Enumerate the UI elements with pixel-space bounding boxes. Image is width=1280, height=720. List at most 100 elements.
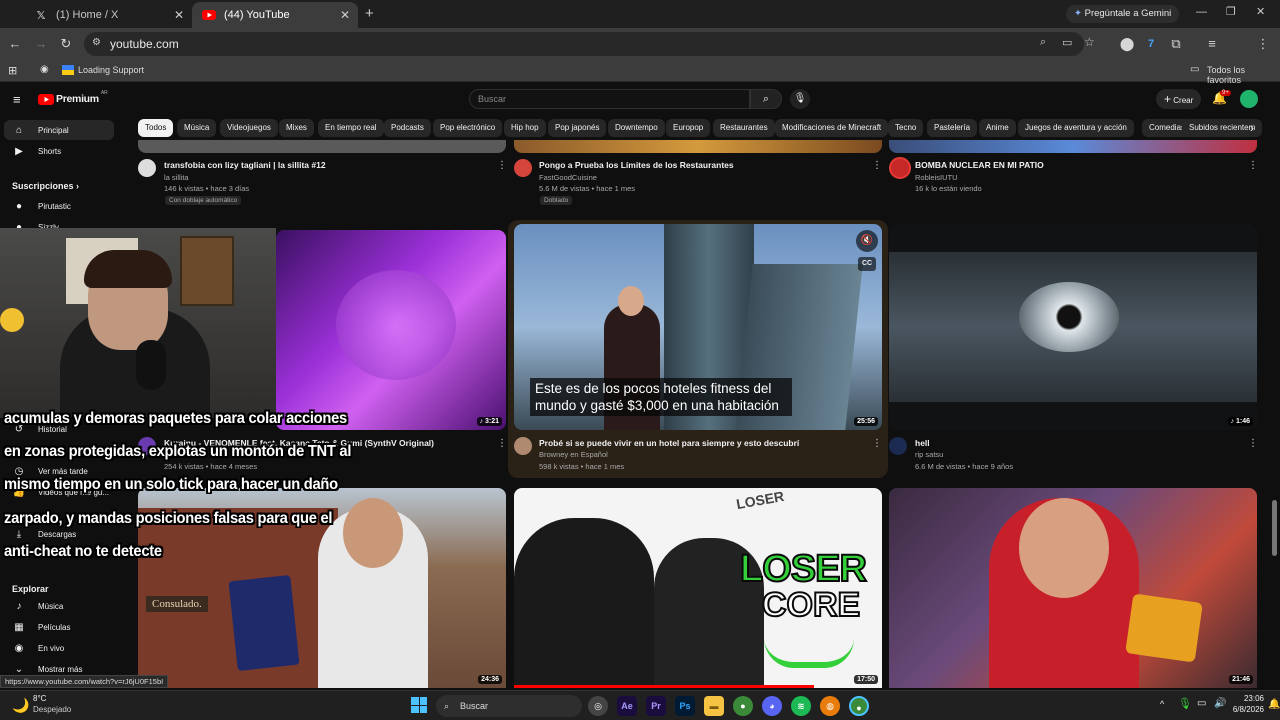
more-options-icon[interactable]: ⋮ — [497, 160, 507, 171]
back-icon[interactable]: ← — [6, 35, 24, 53]
menu-dots-icon[interactable]: ⋮ — [1254, 35, 1272, 53]
captions-button[interactable]: CC — [858, 257, 876, 271]
voice-search-button[interactable]: 🎙 — [790, 89, 810, 109]
reload-icon[interactable]: ↻ — [57, 35, 75, 53]
reading-list-icon[interactable]: ≡ — [1203, 35, 1221, 53]
search-input[interactable]: Buscar — [469, 89, 750, 109]
chrome-icon[interactable]: ● — [733, 696, 753, 716]
bookmark-loading-support[interactable]: Loading Support — [78, 65, 144, 75]
channel-avatar-live[interactable] — [889, 157, 911, 179]
chip-mixes[interactable]: Mixes — [279, 119, 314, 137]
video-thumbnail[interactable] — [889, 140, 1257, 153]
microphone-tray-icon[interactable]: 🎙 — [1178, 697, 1192, 710]
address-bar[interactable]: ⚙ youtube.com ⌕ ▭ ☆ — [84, 32, 1095, 56]
tray-chevron-icon[interactable]: ^ — [1160, 699, 1164, 709]
more-options-icon[interactable]: ⋮ — [872, 160, 882, 171]
after-effects-icon[interactable]: Ae — [617, 696, 637, 716]
weather-desc[interactable]: Despejado — [33, 705, 71, 714]
more-options-icon[interactable]: ⋮ — [497, 438, 507, 449]
chip-musica[interactable]: Música — [177, 119, 217, 137]
sidebar-item-home[interactable]: ⌂ Principal — [4, 120, 114, 140]
network-icon[interactable]: ▭ — [1197, 698, 1206, 709]
channel-avatar[interactable] — [514, 437, 532, 455]
chip-europop[interactable]: Europop — [666, 119, 711, 137]
video-thumbnail-losercore[interactable]: LOSER LOSER CORE 17:50 — [514, 488, 882, 688]
close-tab-icon[interactable]: ✕ — [340, 8, 350, 22]
video-thumbnail[interactable] — [514, 140, 882, 153]
file-explorer-icon[interactable]: ▬ — [704, 696, 724, 716]
channel-avatar[interactable] — [138, 159, 156, 177]
extension-ai-icon[interactable]: 7 — [1142, 35, 1160, 53]
more-options-icon[interactable]: ⋮ — [1248, 160, 1258, 171]
photoshop-icon[interactable]: Ps — [675, 696, 695, 716]
zoom-icon[interactable]: ⌕ — [1040, 36, 1046, 49]
new-tab-button[interactable]: + — [365, 5, 374, 22]
all-bookmarks[interactable]: Todos los favoritos — [1207, 65, 1280, 85]
close-tab-icon[interactable]: ✕ — [174, 8, 184, 22]
chip-pop-electronico[interactable]: Pop electrónico — [433, 119, 503, 137]
bookmark-star-icon[interactable]: ☆ — [1084, 35, 1095, 49]
discord-icon[interactable]: ◕ — [762, 696, 782, 716]
search-button[interactable]: ⌕ — [750, 89, 782, 109]
close-window-icon[interactable]: ✕ — [1256, 5, 1265, 18]
video-title[interactable]: BOMBA NUCLEAR EN MI PATIO — [915, 160, 1235, 170]
chip-hip-hop[interactable]: Hip hop — [504, 119, 546, 137]
chip-pasteleria[interactable]: Pastelería — [927, 119, 978, 137]
more-options-icon[interactable]: ⋮ — [872, 438, 882, 449]
chip-downtempo[interactable]: Downtempo — [608, 119, 665, 137]
video-thumbnail-hotel[interactable]: 🔇 CC Este es de los pocos hoteles fitnes… — [514, 224, 882, 430]
video-thumbnail-venomenle[interactable]: ♪ 3:21 — [276, 230, 506, 430]
extension-shield-icon[interactable]: ⬤ — [1118, 35, 1136, 53]
mute-button[interactable]: 🔇 — [856, 230, 878, 252]
create-button[interactable]: + Crear — [1156, 89, 1202, 109]
forward-icon[interactable]: → — [32, 35, 50, 53]
account-avatar[interactable] — [1240, 90, 1258, 108]
chip-aventura-accion[interactable]: Juegos de aventura y acción — [1018, 119, 1134, 137]
chip-videojuegos[interactable]: Videojuegos — [220, 119, 278, 137]
channel-name[interactable]: FastGoodCuisine — [539, 173, 597, 182]
video-thumbnail-snacks[interactable]: 21:46 — [889, 488, 1257, 688]
video-title[interactable]: transfobia con lizy tagliani | la sillit… — [164, 160, 484, 170]
sidebar-item-shorts[interactable]: ▶ Shorts — [4, 141, 114, 161]
chip-pop-japones[interactable]: Pop japonés — [548, 119, 607, 137]
notifications-icon[interactable]: 🔔 — [1268, 699, 1280, 710]
tab-youtube[interactable]: (44) YouTube ✕ — [192, 2, 358, 28]
obs-icon[interactable]: ◎ — [588, 696, 608, 716]
video-title[interactable]: Pongo a Prueba los Límites de los Restau… — [539, 160, 859, 170]
page-scrollbar[interactable] — [1272, 500, 1277, 556]
chip-tecno[interactable]: Tecno — [888, 119, 924, 137]
channel-avatar[interactable] — [889, 437, 907, 455]
sidebar-item-pirutastic[interactable]: ● Pirutastic — [4, 196, 114, 216]
video-title[interactable]: Probé si se puede vivir en un hotel para… — [539, 438, 864, 448]
premiere-icon[interactable]: Pr — [646, 696, 666, 716]
chip-restaurantes[interactable]: Restaurantes — [713, 119, 775, 137]
channel-name[interactable]: rip satsu — [915, 450, 943, 459]
sidebar-item-movies[interactable]: ▦ Películas — [4, 617, 114, 637]
youtube-logo[interactable]: Premium AR — [38, 90, 108, 105]
taskbar-search[interactable]: ⌕ Buscar — [436, 695, 582, 717]
channel-name[interactable]: Browney en Español — [539, 450, 608, 459]
video-thumbnail-hell[interactable]: ♪ 1:46 — [889, 224, 1257, 430]
extensions-icon[interactable]: ⧉ — [1167, 35, 1185, 53]
sidebar-item-music[interactable]: ♪ Música — [4, 596, 114, 616]
clock-date[interactable]: 6/8/2026 — [1226, 705, 1264, 714]
chevron-right-icon[interactable]: › — [1250, 121, 1254, 135]
tab-x[interactable]: 𝕏 (1) Home / X ✕ — [24, 2, 192, 28]
site-info-icon[interactable]: ⚙ — [92, 37, 101, 48]
clock-time[interactable]: 23:06 — [1230, 694, 1264, 703]
volume-icon[interactable]: 🔊 — [1214, 698, 1226, 709]
chip-en-tiempo-real[interactable]: En tiempo real — [318, 119, 384, 137]
spotify-icon[interactable]: ≋ — [791, 696, 811, 716]
apps-grid-icon[interactable]: ⊞ — [8, 64, 17, 77]
chip-minecraft-mods[interactable]: Modificaciones de Minecraft — [775, 119, 889, 137]
channel-name[interactable]: la sillita — [164, 173, 189, 182]
more-options-icon[interactable]: ⋮ — [1248, 438, 1258, 449]
weather-temp[interactable]: 8°C — [33, 694, 46, 703]
channel-avatar[interactable] — [514, 159, 532, 177]
chip-todos[interactable]: Todos — [138, 119, 174, 137]
gemini-button[interactable]: ✦ Pregúntale a Gemini — [1066, 5, 1180, 23]
chrome-active-icon[interactable]: ● — [849, 696, 869, 716]
restore-icon[interactable]: ❐ — [1226, 5, 1236, 18]
windows-start-icon[interactable] — [411, 697, 427, 713]
minimize-icon[interactable]: — — [1196, 6, 1207, 18]
